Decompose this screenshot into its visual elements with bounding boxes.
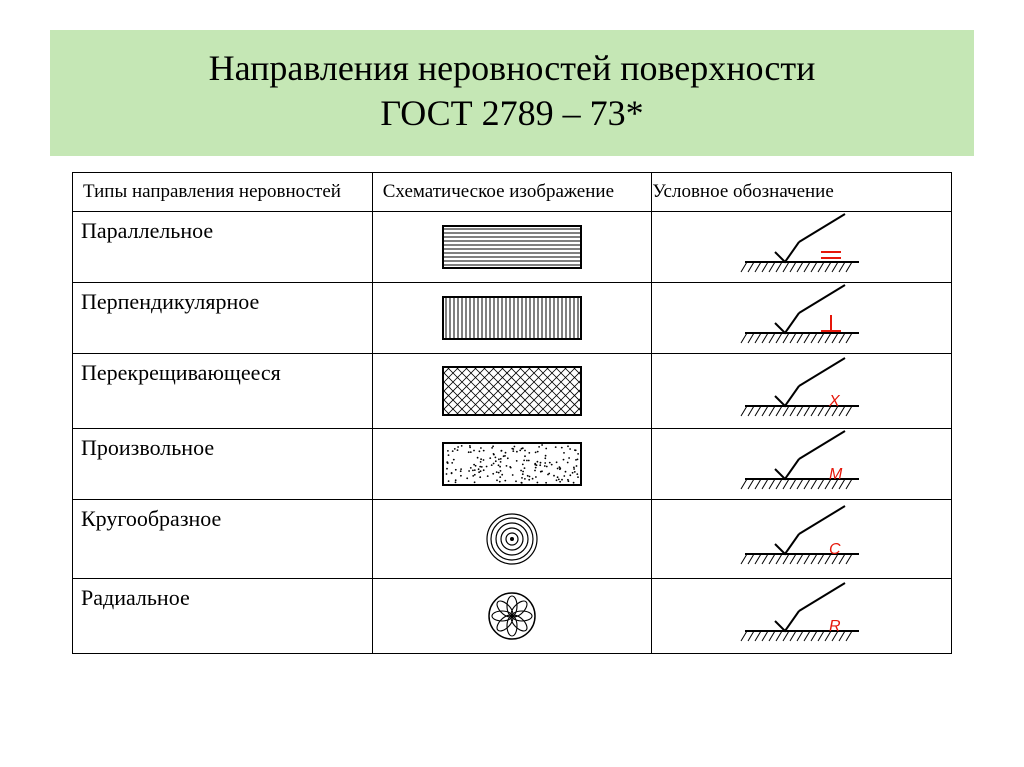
slide-title: Направления неровностей поверхности ГОСТ…: [58, 46, 966, 136]
schematic-cell: [372, 354, 652, 429]
svg-text:R: R: [829, 618, 841, 635]
schematic-icon: [381, 366, 644, 416]
roughness-symbol-icon: R: [652, 581, 951, 651]
table-header-row: Типы направления неровностей Схематическ…: [73, 173, 952, 212]
svg-text:X: X: [828, 393, 841, 410]
schematic-cell: [372, 212, 652, 283]
svg-text:M: M: [829, 466, 843, 483]
symbol-cell: C: [652, 500, 952, 579]
header-symbol: Условное обозначение: [652, 173, 952, 212]
table-row: Радиальное R: [73, 579, 952, 654]
table-row: Произвольное M: [73, 429, 952, 500]
symbol-cell: [652, 212, 952, 283]
schematic-cell: [372, 283, 652, 354]
slide: Направления неровностей поверхности ГОСТ…: [0, 0, 1024, 767]
schematic-icon: [381, 225, 644, 269]
row-name: Перекрещивающееся: [81, 360, 281, 385]
table-row: Кругообразное C: [73, 500, 952, 579]
title-line2: ГОСТ 2789 – 73*: [380, 93, 643, 133]
schematic-icon: [381, 296, 644, 340]
schematic-cell: [372, 579, 652, 654]
symbol-cell: R: [652, 579, 952, 654]
svg-text:C: C: [829, 541, 841, 558]
row-name: Перпендикулярное: [81, 289, 259, 314]
schematic-cell: [372, 500, 652, 579]
schematic-icon: [381, 512, 644, 566]
roughness-symbol-icon: X: [652, 356, 951, 426]
title-block: Направления неровностей поверхности ГОСТ…: [50, 30, 974, 156]
roughness-symbol-icon: C: [652, 504, 951, 574]
symbol-cell: X: [652, 354, 952, 429]
table-row: Параллельное: [73, 212, 952, 283]
row-name: Кругообразное: [81, 506, 221, 531]
symbol-cell: M: [652, 429, 952, 500]
row-name: Произвольное: [81, 435, 214, 460]
symbol-cell: [652, 283, 952, 354]
roughness-table: Типы направления неровностей Схематическ…: [72, 172, 952, 654]
schematic-icon: [381, 442, 644, 486]
row-name-cell: Радиальное: [73, 579, 373, 654]
roughness-symbol-icon: [652, 283, 951, 353]
title-line1: Направления неровностей поверхности: [209, 48, 816, 88]
table-row: Перпендикулярное: [73, 283, 952, 354]
row-name: Радиальное: [81, 585, 190, 610]
row-name-cell: Перекрещивающееся: [73, 354, 373, 429]
row-name-cell: Произвольное: [73, 429, 373, 500]
row-name: Параллельное: [81, 218, 213, 243]
table-body: Параллельное Перпендикулярное Перекрещив…: [73, 212, 952, 654]
header-schematic: Схематическое изображение: [372, 173, 652, 212]
roughness-symbol-icon: [652, 212, 951, 282]
row-name-cell: Кругообразное: [73, 500, 373, 579]
table-row: Перекрещивающееся X: [73, 354, 952, 429]
schematic-cell: [372, 429, 652, 500]
schematic-icon: [381, 591, 644, 641]
row-name-cell: Параллельное: [73, 212, 373, 283]
row-name-cell: Перпендикулярное: [73, 283, 373, 354]
header-types: Типы направления неровностей: [73, 173, 373, 212]
roughness-symbol-icon: M: [652, 429, 951, 499]
